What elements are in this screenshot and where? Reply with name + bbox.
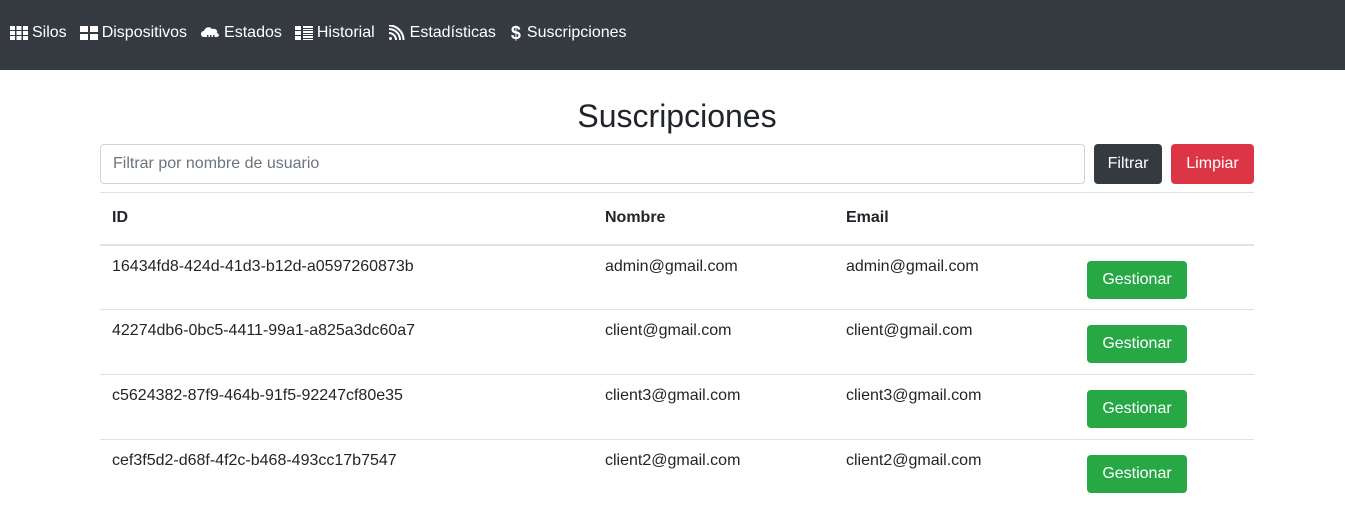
dollar-icon: $ <box>510 23 521 43</box>
nav-label-estadisticas: Estadísticas <box>409 24 496 41</box>
cell-nombre: client3@gmail.com <box>593 374 834 440</box>
rss-icon <box>388 25 406 41</box>
nav-item-estados[interactable]: Estados <box>200 22 282 44</box>
cell-id: 42274db6-0bc5-4411-99a1-a825a3dc60a7 <box>100 309 593 375</box>
cell-actions: Gestionar <box>1075 440 1254 505</box>
cell-actions: Gestionar <box>1075 374 1254 440</box>
username-filter-input[interactable] <box>100 144 1086 184</box>
cell-email: admin@gmail.com <box>834 244 1075 310</box>
table-row: cef3f5d2-d68f-4f2c-b468-493cc17b7547 cli… <box>100 440 1254 505</box>
table-row: 42274db6-0bc5-4411-99a1-a825a3dc60a7 cli… <box>100 309 1254 375</box>
nav-label-estados: Estados <box>224 24 282 41</box>
manage-button[interactable]: Gestionar <box>1087 325 1187 363</box>
clear-button[interactable]: Limpiar <box>1171 144 1254 184</box>
subscriptions-table: ID Nombre Email 16434fd8-424d-41d3-b12d-… <box>100 192 1254 505</box>
top-navbar: Silos Dispositivos Estados Historial Est… <box>0 0 1345 70</box>
column-header-id: ID <box>100 192 593 246</box>
cell-nombre: client2@gmail.com <box>605 452 741 469</box>
list-icon <box>294 25 313 41</box>
nav-label-dispositivos: Dispositivos <box>101 24 188 41</box>
cell-nombre: admin@gmail.com <box>593 244 834 310</box>
manage-button[interactable]: Gestionar <box>1087 455 1187 493</box>
nav-item-suscripciones[interactable]: $ Suscripciones <box>509 22 627 44</box>
nav-label-silos: Silos <box>32 24 67 41</box>
nav-item-dispositivos[interactable]: Dispositivos <box>79 22 188 44</box>
blocks-icon <box>79 25 98 41</box>
column-header-nombre: Nombre <box>593 192 834 246</box>
cell-nombre: client@gmail.com <box>593 309 834 375</box>
manage-button[interactable]: Gestionar <box>1087 260 1187 299</box>
table-row: c5624382-87f9-464b-91f5-92247cf80e35 cli… <box>100 374 1254 440</box>
manage-button[interactable]: Gestionar <box>1087 390 1187 428</box>
column-header-actions <box>1075 192 1254 246</box>
cell-actions: Gestionar <box>1075 309 1254 375</box>
filter-button[interactable]: Filtrar <box>1094 144 1163 184</box>
column-header-email: Email <box>834 192 1075 246</box>
table-header-row: ID Nombre Email <box>100 192 1254 246</box>
grid-icon <box>10 25 28 41</box>
cell-id: c5624382-87f9-464b-91f5-92247cf80e35 <box>100 374 593 440</box>
nav-label-historial: Historial <box>316 24 375 41</box>
cell-email: client@gmail.com <box>834 309 1075 375</box>
nav-label-suscripciones: Suscripciones <box>526 24 627 41</box>
cell-id: cef3f5d2-d68f-4f2c-b468-493cc17b7547 <box>112 452 397 469</box>
table-row: 16434fd8-424d-41d3-b12d-a0597260873b adm… <box>100 244 1254 310</box>
cell-id: 16434fd8-424d-41d3-b12d-a0597260873b <box>100 244 593 310</box>
cell-email: client2@gmail.com <box>846 452 982 469</box>
cell-actions: Gestionar <box>1075 244 1254 310</box>
nav-item-estadisticas[interactable]: Estadísticas <box>388 22 496 44</box>
page-title: Suscripciones <box>577 98 777 134</box>
filter-bar: Filtrar Limpiar <box>100 144 1254 184</box>
nav-item-silos[interactable]: Silos <box>10 22 67 44</box>
nav-item-historial[interactable]: Historial <box>294 22 375 44</box>
cloud-icon <box>200 25 220 41</box>
main-content: Suscripciones Filtrar Limpiar ID Nombre … <box>100 70 1254 505</box>
cell-email: client3@gmail.com <box>834 374 1075 440</box>
